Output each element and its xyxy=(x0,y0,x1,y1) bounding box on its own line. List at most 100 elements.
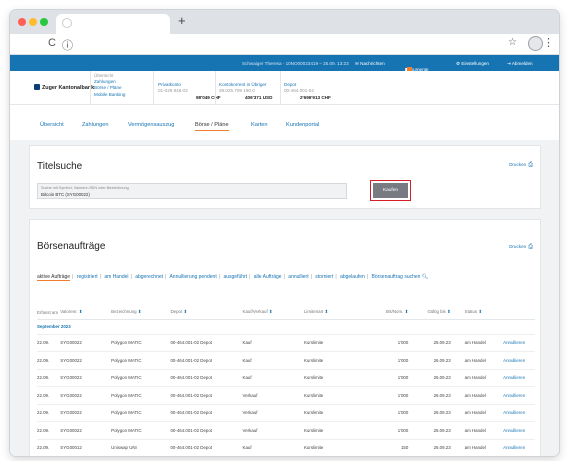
print-link[interactable]: Drucken ⎙ xyxy=(509,244,533,251)
cell-date: 22.09. xyxy=(37,351,61,370)
account-number: 00-464.001-02 xyxy=(284,88,314,94)
table-row: 22.09. SYG00022 Polygon MATIC 00-464.001… xyxy=(37,369,535,387)
cell-valid: 26.09.23 xyxy=(416,439,459,456)
cell-depot: 00-464.001-02 Depot xyxy=(170,439,243,456)
col-limit[interactable]: Limitenart ⬍ xyxy=(303,299,366,320)
account-card-depot[interactable]: Depot 00-464.001-02 xyxy=(284,82,314,94)
cancel-order-link[interactable]: Annullieren xyxy=(503,421,535,440)
cell-date: 22.09. xyxy=(37,404,61,422)
col-side[interactable]: Kauf/Verkauf ⬍ xyxy=(242,299,304,320)
col-valor[interactable]: Valorenr. ⬍ xyxy=(60,299,112,320)
sort-icon: ⬍ xyxy=(183,308,188,314)
cancel-order-link[interactable]: Annullieren xyxy=(503,404,535,422)
bookmark-star-icon[interactable]: ☆ xyxy=(508,37,517,48)
filter-settled[interactable]: abgerechnet xyxy=(135,274,163,280)
cell-depot: 00-464.001-02 Depot xyxy=(170,334,243,352)
bank-logo[interactable]: Zuger Kantonalbank xyxy=(34,84,94,91)
table-row: 22.09. SYG00022 Polygon MATIC 00-464.001… xyxy=(37,351,535,370)
minimize-window-button[interactable] xyxy=(29,18,37,26)
cancel-order-link[interactable]: Annullieren xyxy=(503,369,535,387)
cell-status: am Handel xyxy=(458,386,504,405)
messages-link[interactable]: ✉ Nachrichten xyxy=(355,61,385,67)
cell-qty: 1'000 xyxy=(365,351,417,370)
filter-executed[interactable]: ausgeführt xyxy=(223,274,247,280)
cell-date: 22.09. xyxy=(37,369,61,387)
close-window-button[interactable] xyxy=(18,18,26,26)
account-overview-bar: Zuger Kantonalbank Übersicht Zahlungen B… xyxy=(10,71,559,105)
cell-valor: SYG00022 xyxy=(60,386,112,405)
cell-limit: Kurslimite xyxy=(303,439,366,456)
logout-link[interactable]: ⇥ Abmelden xyxy=(507,61,533,67)
browser-window: + C ⓘ ☆ ⋮ Schwaiger Theresa · 10NO000234… xyxy=(10,10,559,456)
table-row: 22.09. SYG00012 Uniswap UNI 00-464.001-0… xyxy=(37,439,535,456)
cell-valor: SYG00022 xyxy=(60,421,112,440)
account-amount: 406'371 USD xyxy=(245,95,273,100)
cancel-order-link[interactable]: Annullieren xyxy=(503,334,535,352)
filter-registered[interactable]: registriert xyxy=(77,274,98,280)
cell-side: Verkauf xyxy=(242,421,304,440)
quick-menu: Übersicht Zahlungen Börse / Pläne Mobile… xyxy=(94,73,125,98)
reload-icon[interactable]: C xyxy=(48,37,56,49)
account-card-private[interactable]: Privatkonto 01-029.948.03 xyxy=(158,82,188,94)
tab-statement[interactable]: Vermögensauszug xyxy=(128,122,174,128)
cell-limit: Kurslimite xyxy=(303,369,366,387)
cell-limit: Kurslimite xyxy=(303,386,366,405)
cancel-order-link[interactable]: Annullieren xyxy=(503,439,535,456)
tab-cards[interactable]: Karten xyxy=(251,122,267,128)
cell-status: am Handel xyxy=(458,404,504,422)
search-orders-link[interactable]: Börsenauftrag suchen 🔍︎ xyxy=(372,274,429,280)
buy-button[interactable]: Kaufen xyxy=(370,180,411,201)
sort-icon: ⬍ xyxy=(446,308,451,314)
col-valid[interactable]: Gültig bis ⬍ xyxy=(416,299,459,320)
print-link[interactable]: Drucken ⎙ xyxy=(509,162,533,169)
col-name[interactable]: Bezeichnung ⬍ xyxy=(111,299,171,320)
col-status[interactable]: Status ⬍ xyxy=(458,299,504,320)
filter-cancellation-pending[interactable]: Annullierung pendent xyxy=(169,274,216,280)
col-date[interactable]: Erfasst am xyxy=(37,299,61,320)
cancel-order-link[interactable]: Annullieren xyxy=(503,351,535,370)
col-depot[interactable]: Depot ⬍ xyxy=(170,299,243,320)
quick-menu-mobile[interactable]: Mobile Banking xyxy=(94,92,125,98)
cancel-order-link[interactable]: Annullieren xyxy=(503,386,535,405)
tab-customer-portal[interactable]: Kundenportal xyxy=(286,122,319,128)
content-area: Titelsuche Drucken ⎙ Suche mit Symbol, Va… xyxy=(10,140,559,456)
cell-status: am Handel xyxy=(458,421,504,440)
filter-cancelled[interactable]: annulliert xyxy=(288,274,308,280)
month-label: September 2023 xyxy=(37,319,535,335)
tab-overview[interactable]: Übersicht xyxy=(40,122,64,128)
title-search-card: Titelsuche Drucken ⎙ Suche mit Symbol, Va… xyxy=(29,145,541,209)
cell-valid: 26.09.23 xyxy=(416,351,459,370)
sort-icon: ⬍ xyxy=(324,308,329,314)
cell-status: am Handel xyxy=(458,369,504,387)
quick-menu-exchange[interactable]: Börse / Pläne xyxy=(94,85,125,91)
cell-valor: SYG00022 xyxy=(60,404,112,422)
filter-all-orders[interactable]: alle Aufträge xyxy=(254,274,282,280)
browser-tab-strip: + xyxy=(10,10,559,34)
filter-active-orders[interactable]: aktive Aufträge xyxy=(37,274,71,281)
cell-date: 22.09. xyxy=(37,421,61,440)
account-card-current[interactable]: Kontokorrent in Übriger 39.025.709 190.0 xyxy=(219,82,267,94)
cell-side: Kauf xyxy=(242,439,304,456)
maximize-window-button[interactable] xyxy=(40,18,48,26)
info-icon[interactable]: ⓘ xyxy=(62,37,73,53)
orders-table: Erfasst am Valorenr. ⬍ Bezeichnung ⬍ Dep… xyxy=(37,299,535,456)
profile-avatar[interactable] xyxy=(528,36,543,51)
col-action xyxy=(503,299,535,320)
tab-exchange[interactable]: Börse / Pläne xyxy=(195,122,229,131)
browser-menu-icon[interactable]: ⋮ xyxy=(543,36,554,49)
filter-expired[interactable]: abgelaufen xyxy=(340,274,365,280)
filter-trading[interactable]: am Handel xyxy=(104,274,128,280)
cell-name: Polygon MATIC xyxy=(111,334,171,352)
title-search-input[interactable]: Suche mit Symbol, Valorenr./ISIN oder Be… xyxy=(37,183,347,199)
settings-link[interactable]: ⚙ Einstellungen xyxy=(456,61,489,67)
cell-valid: 26.09.23 xyxy=(416,404,459,422)
printer-icon: ⎙ xyxy=(528,244,533,250)
tab-payments[interactable]: Zahlungen xyxy=(82,122,108,128)
filter-reversed[interactable]: storniert xyxy=(315,274,333,280)
new-tab-button[interactable]: + xyxy=(178,13,186,28)
col-qty[interactable]: Stk/Nom. ⬍ xyxy=(365,299,417,320)
browser-tab[interactable] xyxy=(56,14,170,34)
account-amount: 2'696'913 CHF xyxy=(300,95,331,100)
cell-depot: 00-464.001-02 Depot xyxy=(170,421,243,440)
table-row: 22.09. SYG00022 Polygon MATIC 00-464.001… xyxy=(37,421,535,440)
